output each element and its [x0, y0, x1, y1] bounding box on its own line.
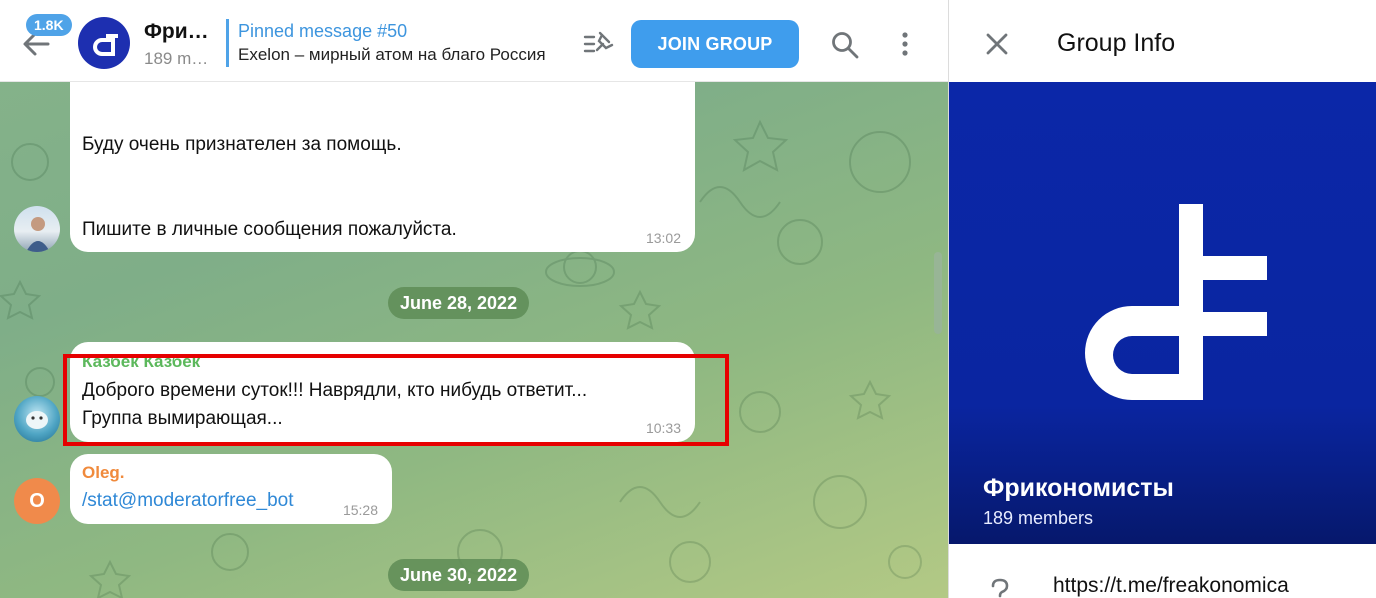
scrollbar-thumb[interactable]	[934, 252, 942, 334]
pin-list-icon	[583, 31, 614, 53]
sender-name[interactable]: Oleg.	[82, 463, 125, 483]
chat-title[interactable]: Фрикономисты	[144, 20, 212, 44]
join-group-button[interactable]: JOIN GROUP	[631, 20, 799, 68]
pinned-list-button[interactable]	[582, 28, 614, 60]
chat-avatar[interactable]	[78, 17, 130, 69]
group-member-count: 189 members	[983, 508, 1094, 528]
close-icon	[986, 33, 1008, 55]
message-time: 15:28	[342, 502, 378, 518]
pinned-message-title: Pinned message #50	[238, 21, 408, 41]
close-button[interactable]	[983, 30, 1011, 58]
group-info-panel: Group Info Фрикономисты 189 members http…	[948, 0, 1376, 598]
message-text: Буду очень признателен за помощь.	[82, 134, 402, 155]
avatar-letter: O	[29, 489, 45, 512]
panel-title: Group Info	[1057, 29, 1176, 57]
message-text: Пишите в личные сообщения пожалуйста.	[82, 219, 457, 240]
pinned-message[interactable]: Pinned message #50 Exelon – мирный атом …	[226, 19, 568, 67]
link-icon	[991, 578, 1009, 598]
more-vertical-icon	[902, 32, 908, 56]
chat-member-count: 189 members	[144, 49, 210, 68]
group-invite-link[interactable]: https://t.me/freakonomica	[1053, 574, 1289, 598]
message-time: 13:02	[645, 230, 681, 246]
message-bubble[interactable]: Буду очень признателен за помощь. Пишите…	[70, 82, 695, 252]
group-logo-icon	[93, 34, 118, 56]
annotation-highlight	[63, 354, 729, 446]
pinned-message-text: Exelon – мирный атом на благо Россия	[238, 45, 546, 64]
sender-avatar[interactable]: O	[14, 478, 60, 524]
chat-header: 1.8K Фрикономисты 189 members Pinned mes…	[0, 0, 948, 82]
more-button[interactable]	[890, 30, 920, 60]
message-bubble[interactable]: Oleg. /stat@moderatorfree_bot 15:28	[70, 454, 392, 524]
search-button[interactable]	[830, 30, 860, 60]
date-separator: June 28, 2022	[388, 287, 530, 319]
sender-avatar[interactable]	[14, 396, 60, 442]
link-row-icon	[985, 576, 1015, 598]
search-icon	[832, 32, 859, 59]
polar-bear-photo-icon	[26, 411, 48, 429]
sender-avatar[interactable]	[14, 206, 60, 252]
person-photo-icon	[26, 217, 50, 252]
bot-command-link[interactable]: /stat@moderatorfree_bot	[82, 490, 294, 512]
group-cover-photo[interactable]: Фрикономисты 189 members	[949, 82, 1376, 544]
date-separator: June 30, 2022	[388, 559, 530, 591]
group-name: Фрикономисты	[983, 474, 1174, 502]
chat-area: 1.8K Фрикономисты 189 members Pinned mes…	[0, 0, 948, 598]
unread-badge: 1.8K	[26, 14, 72, 36]
